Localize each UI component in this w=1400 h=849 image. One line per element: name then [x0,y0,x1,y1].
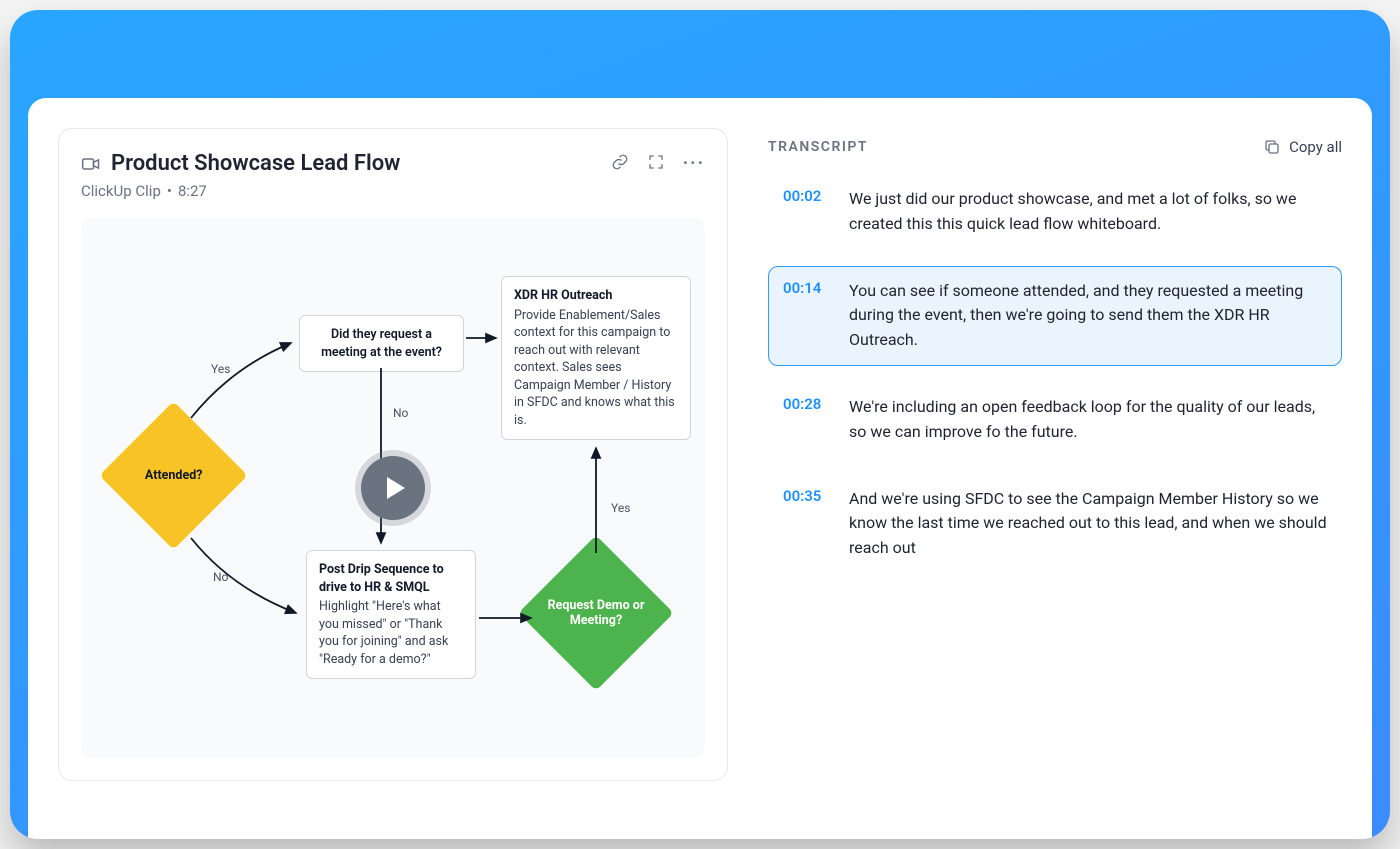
node-xdr-body: Provide Enablement/Sales context for thi… [514,308,675,428]
clip-subtitle: ClickUp Clip 8:27 [81,182,705,200]
clip-preview[interactable]: Attended? Yes No Did they request a meet… [81,218,705,758]
clip-header: Product Showcase Lead Flow ··· [81,151,705,176]
device-frame: Product Showcase Lead Flow ··· ClickUp C… [10,10,1390,839]
edge-label-no2: No [393,406,408,420]
transcript-text: You can see if someone attended, and the… [849,279,1327,353]
clip-actions: ··· [611,153,705,175]
node-xdr-title: XDR HR Outreach [514,287,678,305]
transcript-timestamp[interactable]: 00:28 [783,395,831,445]
node-request-demo: Request Demo or Meeting? [518,535,674,691]
transcript-timestamp[interactable]: 00:35 [783,487,831,561]
copy-all-label: Copy all [1289,138,1342,156]
link-button[interactable] [611,153,629,175]
clip-title: Product Showcase Lead Flow [111,151,601,176]
transcript-item[interactable]: 00:14 You can see if someone attended, an… [768,266,1342,366]
copy-all-button[interactable]: Copy all [1263,138,1342,156]
node-attended: Attended? [99,401,247,549]
transcript-header: TRANSCRIPT Copy all [768,138,1342,156]
transcript-text: We just did our product showcase, and me… [849,187,1327,237]
transcript-item[interactable]: 00:35 And we're using SFDC to see the Cam… [768,474,1342,574]
expand-button[interactable] [647,153,665,175]
node-drip-title: Post Drip Sequence to drive to HR & SMQL [319,561,463,596]
app-panel: Product Showcase Lead Flow ··· ClickUp C… [28,98,1372,839]
transcript-timestamp[interactable]: 00:14 [783,279,831,353]
transcript-heading: TRANSCRIPT [768,139,868,155]
node-xdr: XDR HR Outreach Provide Enablement/Sales… [501,276,691,440]
transcript-column: TRANSCRIPT Copy all 00:02 We just did our… [768,128,1342,839]
node-drip: Post Drip Sequence to drive to HR & SMQL… [306,550,476,679]
edge-label-yes: Yes [211,362,230,376]
transcript-list[interactable]: 00:02 We just did our product showcase, a… [768,174,1342,574]
play-icon [387,477,405,499]
node-drip-body: Highlight "Here's what you missed" or "T… [319,599,448,667]
copy-icon [1263,138,1281,156]
clip-duration: 8:27 [178,182,207,200]
edge-label-no: No [213,570,228,584]
node-attended-label: Attended? [145,468,203,483]
node-request-demo-label: Request Demo or Meeting? [541,598,651,628]
transcript-text: And we're using SFDC to see the Campaign… [849,487,1327,561]
node-request-meeting: Did they request a meeting at the event? [299,315,464,372]
transcript-item[interactable]: 00:02 We just did our product showcase, a… [768,174,1342,250]
play-button[interactable] [361,456,425,520]
clip-card: Product Showcase Lead Flow ··· ClickUp C… [58,128,728,781]
edge-label-yes2: Yes [611,501,630,515]
transcript-timestamp[interactable]: 00:02 [783,187,831,237]
more-button[interactable]: ··· [683,153,705,174]
clip-source: ClickUp Clip [81,182,161,200]
transcript-fade [768,819,1342,839]
clip-column: Product Showcase Lead Flow ··· ClickUp C… [58,128,728,839]
transcript-item[interactable]: 00:28 We're including an open feedback lo… [768,382,1342,458]
node-request-meeting-text: Did they request a meeting at the event? [321,327,442,360]
video-icon [81,154,101,174]
transcript-text: We're including an open feedback loop fo… [849,395,1327,445]
